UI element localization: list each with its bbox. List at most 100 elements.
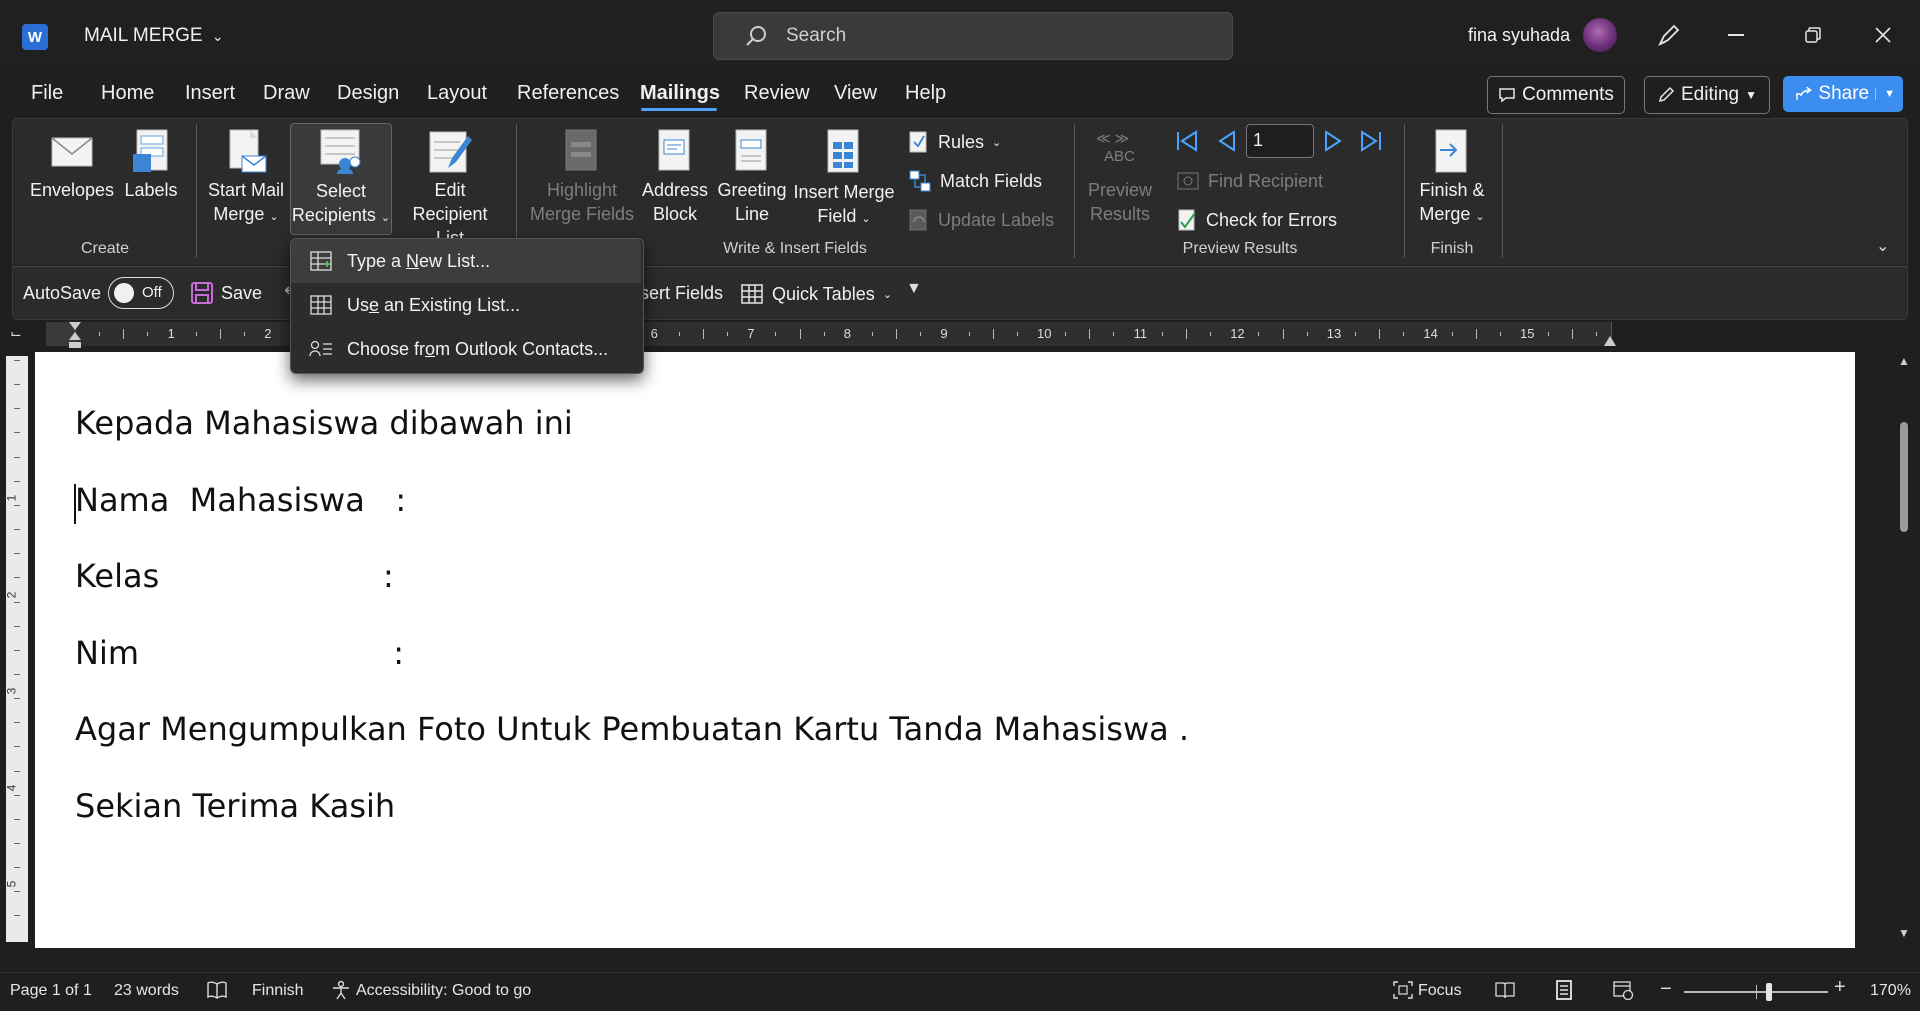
document-title[interactable]: MAIL MERGE ⌄ (84, 25, 224, 47)
scroll-up-arrow[interactable]: ▲ (1898, 354, 1910, 368)
scroll-down-arrow[interactable]: ▼ (1898, 926, 1910, 940)
zoom-slider-thumb[interactable] (1766, 983, 1772, 1001)
find-recipient-button[interactable]: Find Recipient (1176, 167, 1323, 195)
doc-line-greeting[interactable]: Kepada Mahasiswa dibawah ini (75, 404, 573, 442)
tab-home[interactable]: Home (101, 82, 154, 105)
restore-button[interactable] (1804, 26, 1822, 44)
select-recipients-button[interactable]: Select Recipients ⌄ (290, 123, 392, 235)
vertical-ruler-tick (14, 625, 20, 627)
tab-layout[interactable]: Layout (427, 82, 487, 105)
preview-results-button[interactable]: ≪ ≫ ABC Preview Results (1084, 126, 1156, 234)
vertical-ruler-number: 4 (4, 784, 19, 792)
save-label[interactable]: Save (221, 283, 262, 304)
ruler-number: 6 (650, 326, 658, 341)
search-box[interactable]: Search (713, 12, 1233, 60)
share-dropdown-chevron[interactable]: ▼ (1875, 88, 1895, 100)
tab-design[interactable]: Design (337, 82, 399, 105)
accessibility-icon[interactable] (330, 980, 352, 1000)
read-mode-icon[interactable] (1494, 980, 1516, 1000)
rules-icon (909, 131, 927, 153)
tab-draw[interactable]: Draw (263, 82, 310, 105)
previous-record-icon[interactable] (1214, 128, 1238, 154)
book-icon[interactable] (206, 980, 228, 1000)
tab-help[interactable]: Help (905, 82, 946, 105)
comments-button[interactable]: Comments (1487, 76, 1625, 114)
word-count[interactable]: 23 words (114, 982, 179, 1000)
page-count[interactable]: Page 1 of 1 (10, 982, 92, 1000)
highlight-merge-fields-button[interactable]: Highlight Merge Fields (526, 126, 638, 234)
scrollbar-thumb[interactable] (1900, 422, 1908, 532)
doc-line-nim[interactable]: Nim : (75, 634, 404, 672)
tab-references[interactable]: References (517, 82, 619, 105)
vertical-scrollbar[interactable]: ▲ ▼ (1894, 352, 1914, 948)
group-divider (196, 124, 197, 258)
zoom-out-icon[interactable]: − (1660, 978, 1672, 1001)
language-indicator[interactable]: Finnish (252, 982, 304, 1000)
zoom-in-icon[interactable]: + (1834, 976, 1846, 999)
ruler-number: 1 (167, 326, 175, 341)
tab-view[interactable]: View (834, 82, 877, 105)
ruler-tick (1548, 332, 1550, 336)
update-labels-icon (909, 209, 927, 231)
finish-merge-button[interactable]: Finish & Merge ⌄ (1410, 126, 1494, 234)
tab-insert[interactable]: Insert (185, 82, 235, 105)
address-block-button[interactable]: Address Block (640, 126, 710, 234)
last-record-icon[interactable] (1358, 128, 1384, 154)
print-layout-icon[interactable] (1554, 980, 1574, 1000)
menu-item-type-new-list[interactable]: Type a New List... (291, 239, 641, 283)
insert-fields-partial[interactable]: sert Fields (640, 283, 723, 304)
accessibility-status[interactable]: Accessibility: Good to go (356, 982, 531, 1000)
ruler-tick (871, 332, 873, 336)
select-recipients-dropdown: Type a New List... Use an Existing List.… (290, 238, 644, 374)
zoom-level[interactable]: 170% (1870, 982, 1911, 1000)
minimize-button[interactable] (1728, 34, 1744, 36)
doc-line-kelas[interactable]: Kelas : (75, 557, 394, 595)
pencil-icon (1658, 86, 1675, 103)
vertical-ruler-tick (14, 818, 20, 820)
greeting-line-button[interactable]: Greeting Line (714, 126, 790, 234)
vertical-ruler-tick (14, 649, 20, 651)
labels-button[interactable]: Labels (118, 126, 184, 234)
tab-file[interactable]: File (31, 82, 63, 105)
rules-button[interactable]: Rules ⌄ (908, 128, 1001, 156)
vertical-ruler-tick (14, 891, 20, 893)
right-indent-marker[interactable] (1602, 334, 1618, 348)
quick-tables-button[interactable]: Quick Tables ⌄ (740, 280, 892, 308)
mail-merge-icon (229, 129, 267, 173)
editing-mode-button[interactable]: Editing ▼ (1644, 76, 1770, 114)
doc-line-nama[interactable]: Nama Mahasiswa : (75, 481, 406, 519)
menu-item-outlook-contacts[interactable]: Choose from Outlook Contacts... (291, 327, 641, 371)
share-button[interactable]: Share ▼ (1783, 76, 1903, 112)
record-number-input[interactable]: 1 (1246, 124, 1314, 158)
focus-icon[interactable] (1392, 980, 1414, 1000)
designer-pen-icon[interactable] (1656, 22, 1682, 48)
tab-mailings[interactable]: Mailings (640, 82, 720, 105)
doc-line-instruction[interactable]: Agar Mengumpulkan Foto Untuk Pembuatan K… (75, 710, 1189, 748)
user-name[interactable]: fina syuhada (1468, 25, 1570, 46)
collapse-ribbon-chevron[interactable]: ⌄ (1876, 236, 1889, 256)
edit-recipient-list-button[interactable]: Edit Recipient List (396, 126, 504, 248)
start-mail-merge-button[interactable]: Start Mail Merge ⌄ (204, 126, 288, 234)
insert-merge-field-button[interactable]: Insert Merge Field ⌄ (792, 126, 896, 234)
tab-review[interactable]: Review (744, 82, 810, 105)
web-layout-icon[interactable] (1612, 980, 1634, 1000)
update-labels-button[interactable]: Update Labels (908, 206, 1054, 234)
edit-list-icon (429, 131, 472, 173)
customize-toolbar-icon[interactable]: ▼ (906, 280, 922, 298)
search-icon (746, 26, 766, 46)
highlight-fields-icon (565, 129, 597, 171)
avatar[interactable] (1583, 18, 1617, 52)
doc-line-closing[interactable]: Sekian Terima Kasih (75, 787, 395, 825)
focus-label[interactable]: Focus (1418, 982, 1462, 1000)
match-fields-button[interactable]: Match Fields (908, 167, 1042, 195)
next-record-icon[interactable] (1322, 128, 1346, 154)
save-icon[interactable] (190, 281, 214, 305)
autosave-toggle[interactable]: Off (108, 277, 174, 309)
left-indent-marker[interactable] (67, 320, 83, 350)
tab-selector-icon[interactable]: ⌙ (10, 325, 22, 342)
envelopes-button[interactable]: Envelopes (30, 126, 114, 234)
first-record-icon[interactable] (1174, 128, 1200, 154)
menu-item-use-existing-list[interactable]: Use an Existing List... (291, 283, 641, 327)
close-icon[interactable] (1874, 26, 1892, 44)
check-for-errors-button[interactable]: Check for Errors (1176, 206, 1337, 234)
